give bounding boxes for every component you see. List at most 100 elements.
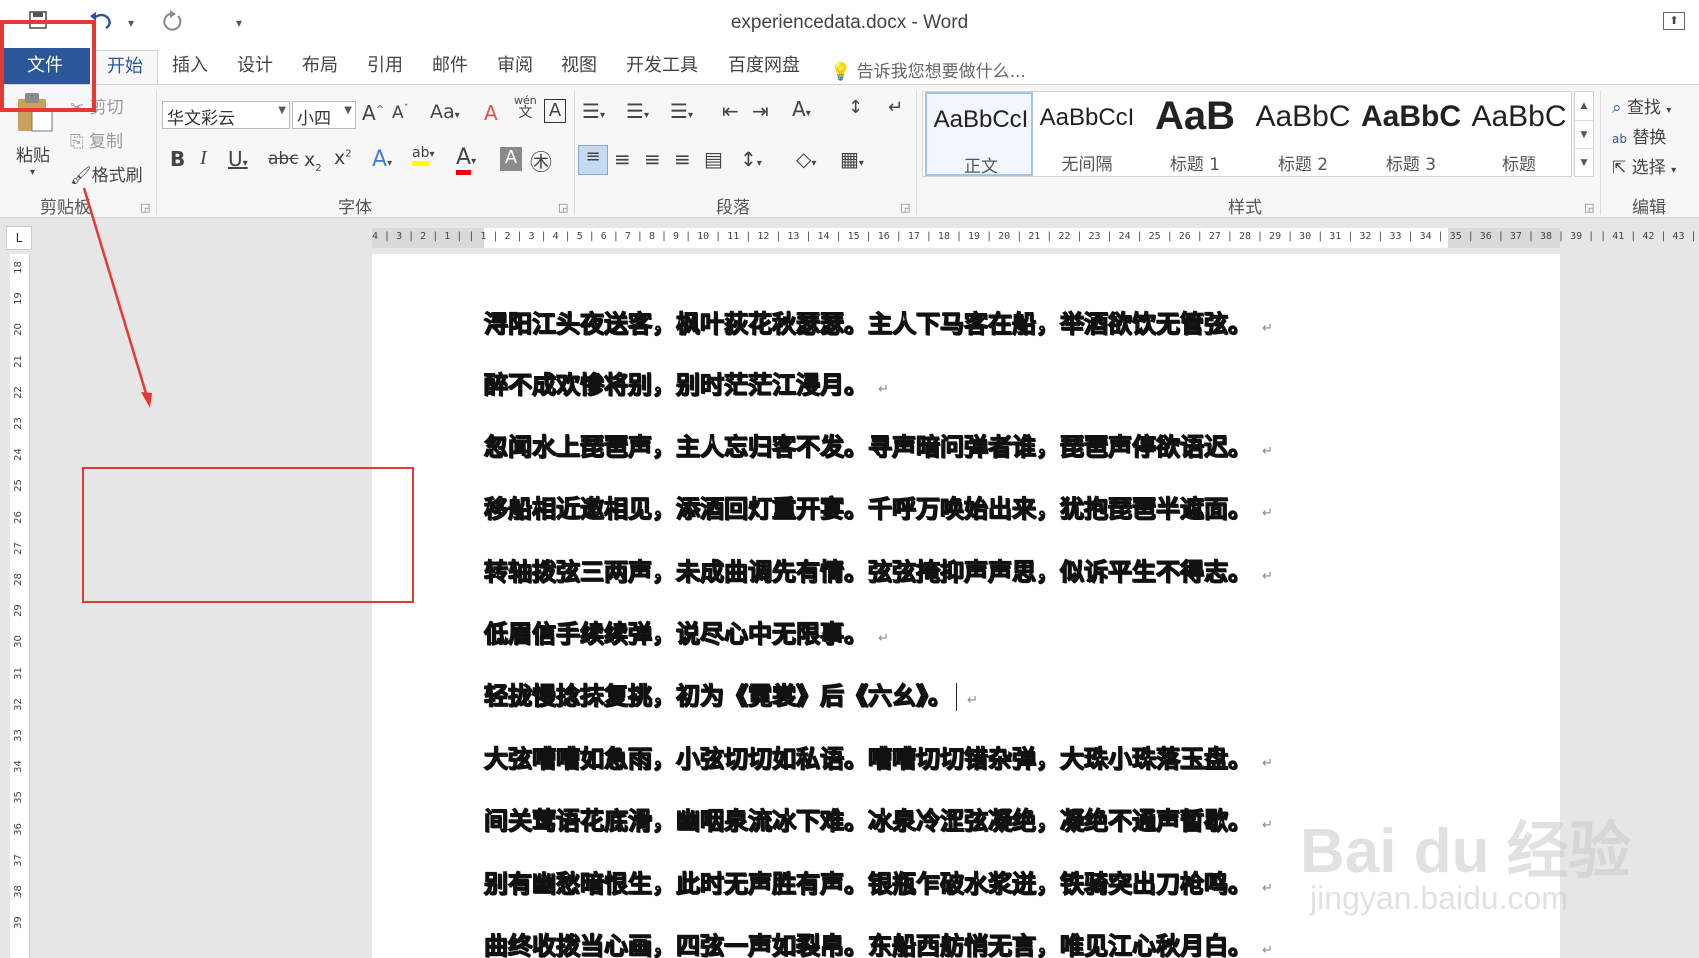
copy-button[interactable]: ⎘ 复制 [70,127,123,152]
align-center-icon[interactable]: ≡ [614,147,631,171]
clipboard-dialog-launcher-icon[interactable]: ◲ [140,201,150,214]
document-line[interactable]: 大弦嘈嘈如急雨，小弦切切如私语。嘈嘈切切错杂弹，大珠小珠落玉盘。 ↵ [483,739,1273,774]
tab-references[interactable]: 引用 [367,53,403,83]
font-dialog-launcher-icon[interactable]: ◲ [558,201,568,214]
document-line[interactable]: 忽闻水上琵琶声，主人忘归客不发。寻声暗问弹者谁，琵琶声停欲语迟。 ↵ [483,427,1273,462]
superscript-icon[interactable]: x2 [334,147,352,169]
styles-scroll[interactable]: ▲ ▼ ▼ [1574,91,1594,177]
document-line[interactable]: 移船相近邀相见，添酒回灯重开宴。千呼万唤始出来，犹抱琵琶半遮面。 ↵ [483,489,1273,524]
bold-icon[interactable]: B [170,147,185,171]
align-right-icon[interactable]: ≡ [644,147,661,171]
change-case-button[interactable]: Aa▾ [430,101,460,123]
vertical-ruler-number: 24 [12,448,24,462]
shading-icon[interactable]: ◇▾ [796,147,816,171]
sort-icon[interactable]: ↕ [848,97,863,118]
paragraph-mark: ↵ [1262,756,1273,771]
tab-developer[interactable]: 开发工具 [626,53,698,83]
document-line[interactable]: 轻拢慢捻抹复挑，初为《霓裳》后《六幺》。 ↵ [483,676,978,711]
increase-indent-icon[interactable]: ⇥ [752,99,769,123]
font-group-label: 字体 [338,198,372,218]
search-icon: ⌕ [1612,98,1622,118]
format-painter-button[interactable]: 🖌格式刷 [70,161,143,186]
italic-icon[interactable]: I [200,147,207,170]
styles-dialog-launcher-icon[interactable]: ◲ [1584,201,1594,214]
tab-home[interactable]: 开始 [92,50,158,84]
document-line[interactable]: 低眉信手续续弹，说尽心中无限事。 ↵ [483,614,889,649]
enclose-characters-icon[interactable]: ㊍ [530,145,552,177]
tab-baidu-netdisk[interactable]: 百度网盘 [728,53,800,83]
style-heading-1[interactable]: AaB 标题 1 [1141,92,1249,176]
replace-button[interactable]: ab 替换 [1612,123,1666,148]
editing-group-label: 编辑 [1632,198,1666,218]
subscript-icon[interactable]: x2 [304,149,322,174]
document-line[interactable]: 别有幽愁暗恨生，此时无声胜有声。银瓶乍破水浆迸，铁骑突出刀枪鸣。 ↵ [483,864,1273,899]
font-size-input[interactable]: 小四 ▼ [292,101,356,129]
vertical-ruler-number: 25 [12,479,24,493]
cursor-icon: ⇱ [1612,158,1627,178]
line-spacing-icon[interactable]: ↕▾ [740,147,762,171]
style-heading-2[interactable]: AaBbC 标题 2 [1249,92,1357,176]
paragraph-mark: ↵ [967,693,978,708]
line-text: 浔阳江头夜送客，枫叶荻花秋瑟瑟。主人下马客在船，举酒欲饮无管弦。 [483,309,1252,338]
tab-insert[interactable]: 插入 [172,53,208,83]
select-button[interactable]: ⇱ 选择 ▾ [1612,153,1676,178]
borders-icon[interactable]: ▦▾ [840,147,864,171]
justify-icon[interactable]: ≡ [674,147,691,171]
numbering-icon[interactable]: ☰▾ [626,99,649,123]
distributed-icon[interactable]: ▤ [704,147,723,171]
line-text: 转轴拨弦三两声，未成曲调先有情。弦弦掩抑声声思，似诉平生不得志。 [483,557,1252,586]
document-line[interactable]: 转轴拨弦三两声，未成曲调先有情。弦弦掩抑声声思，似诉平生不得志。 ↵ [483,552,1273,587]
tab-view[interactable]: 视图 [561,53,597,83]
find-button[interactable]: ⌕ 查找 ▾ [1612,93,1671,118]
style-title[interactable]: AaBbC 标题 [1465,92,1573,176]
paragraph-dialog-launcher-icon[interactable]: ◲ [900,201,910,214]
document-line[interactable]: 醉不成欢惨将别，别时茫茫江浸月。 ↵ [483,365,889,400]
document-line[interactable]: 间关莺语花底滑，幽咽泉流冰下难。冰泉冷涩弦凝绝，凝绝不通声暂歇。 ↵ [483,801,1273,836]
vertical-ruler-number: 38 [12,885,24,898]
clear-formatting-icon[interactable]: A [484,101,498,125]
tell-me-search[interactable]: 💡 告诉我您想要做什么... [830,57,1026,82]
character-border-icon[interactable]: A [544,99,566,123]
style-no-spacing[interactable]: AaBbCcI 无间隔 [1033,92,1141,176]
line-text: 低眉信手续续弹，说尽心中无限事。 [483,619,868,648]
ribbon-display-options-icon[interactable]: ⬆ [1663,12,1685,30]
chevron-up-icon[interactable]: ▲ [1575,92,1593,120]
highlight-color-icon[interactable]: ab▾ [412,145,435,166]
phonetic-guide-button[interactable]: wén 文 [514,95,537,121]
grow-font-icon[interactable]: A^ [362,101,384,125]
font-color-icon[interactable]: A▾ [456,145,476,175]
bullets-icon[interactable]: ☰▾ [582,99,605,123]
style-heading-3[interactable]: AaBbC 标题 3 [1357,92,1465,176]
multilevel-list-icon[interactable]: ☰▾ [670,99,693,123]
chinese-layout-icon[interactable]: A▾ [792,97,811,121]
tab-layout[interactable]: 布局 [302,53,338,83]
font-name-input[interactable]: 华文彩云 ▼ [162,101,290,129]
document-line[interactable]: 曲终收拨当心画，四弦一声如裂帛。东船西舫悄无言，唯见江心秋月白。 ↵ [483,926,1273,958]
underline-icon[interactable]: U▾ [228,147,248,171]
tab-selector-icon[interactable]: L [6,226,32,250]
decrease-indent-icon[interactable]: ⇤ [722,99,739,123]
paste-dropdown-icon[interactable]: ▾ [30,167,35,178]
chevron-down-icon[interactable]: ▼ [1575,120,1593,148]
paragraph-mark: ↵ [1262,444,1273,459]
paste-button[interactable]: 粘贴 [16,141,50,166]
document-line[interactable]: 浔阳江头夜送客，枫叶荻花秋瑟瑟。主人下马客在船，举酒欲饮无管弦。 ↵ [483,304,1273,339]
ribbon-tabs: 文件 开始 插入 设计 布局 引用 邮件 审阅 视图 开发工具 百度网盘 💡 告… [0,48,1699,84]
more-styles-icon[interactable]: ▼ [1575,148,1593,176]
tab-design[interactable]: 设计 [237,53,273,83]
tab-review[interactable]: 审阅 [497,53,533,83]
ribbon-home: 粘贴 ▾ ✂ 剪切 ⎘ 复制 🖌格式刷 剪贴板 ◲ 华文彩云 ▼ 小四 ▼ A^ A… [0,84,1699,218]
vertical-ruler-number: 37 [12,853,24,867]
horizontal-ruler[interactable]: 4 | 3 | 2 | 1 | | 1 | 2 | 3 | 4 | 5 | 6 … [372,228,1699,248]
text-caret [956,683,957,711]
paragraph-mark: ↵ [1262,321,1273,336]
character-shading-icon[interactable]: A [500,147,522,171]
style-normal[interactable]: AaBbCcI 正文 [925,92,1033,177]
align-left-icon[interactable]: ≡ [578,145,608,175]
strikethrough-icon[interactable]: abc [268,149,299,169]
styles-gallery: AaBbCcI 正文 AaBbCcI 无间隔 AaB 标题 1 AaBbC 标题… [922,91,1572,177]
shrink-font-icon[interactable]: Aˇ [392,103,409,123]
text-effects-icon[interactable]: A▾ [372,147,392,172]
show-formatting-marks-icon[interactable]: ↵ [888,97,903,118]
tab-mailings[interactable]: 邮件 [432,53,468,83]
